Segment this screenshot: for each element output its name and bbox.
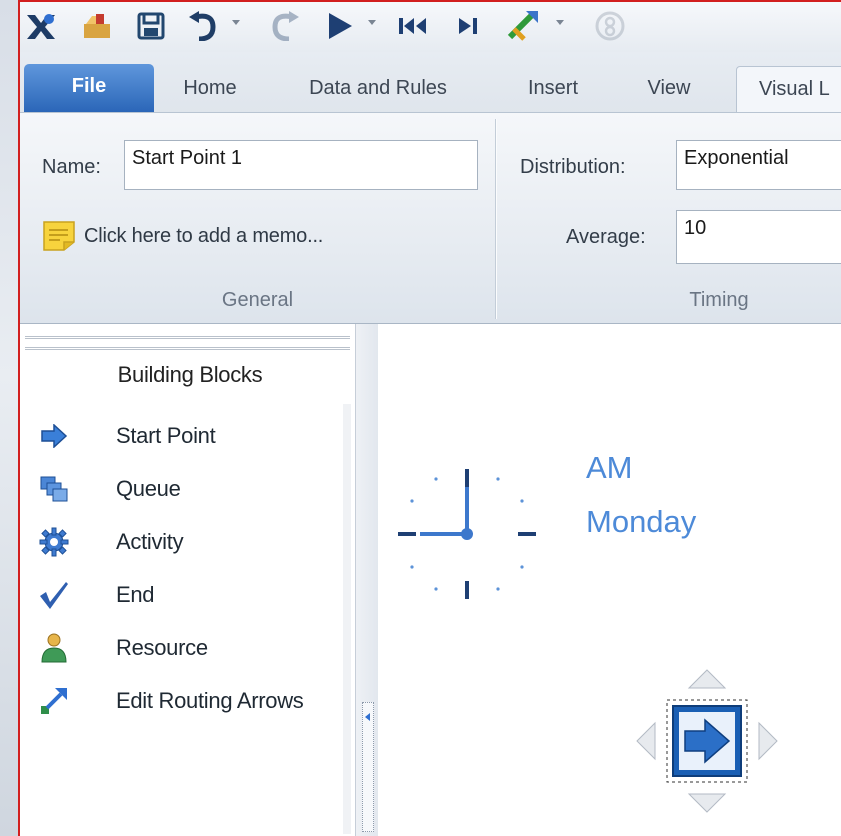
quick-access-toolbar bbox=[20, 2, 841, 52]
tab-file[interactable]: File bbox=[24, 64, 154, 112]
block-start-point[interactable]: Start Point bbox=[34, 416, 344, 456]
splitter-handle[interactable] bbox=[362, 702, 374, 832]
tab-view[interactable]: View bbox=[630, 66, 708, 112]
queue-icon bbox=[34, 469, 74, 509]
start-point-node[interactable] bbox=[633, 666, 781, 816]
undo-dropdown-icon[interactable] bbox=[232, 20, 240, 25]
open-icon[interactable] bbox=[80, 10, 114, 42]
block-queue[interactable]: Queue bbox=[34, 469, 344, 509]
tab-visual-logic[interactable]: Visual L bbox=[736, 66, 841, 112]
step-icon[interactable] bbox=[454, 10, 484, 42]
model-canvas[interactable]: AM Monday bbox=[378, 324, 841, 836]
block-label: Activity bbox=[116, 529, 184, 554]
clock-icon bbox=[398, 459, 538, 614]
panel-splitter[interactable] bbox=[356, 324, 378, 836]
block-label: Edit Routing Arrows bbox=[116, 688, 304, 713]
block-label: End bbox=[116, 582, 155, 607]
average-field[interactable]: 10 bbox=[676, 210, 841, 264]
start-point-icon bbox=[34, 416, 74, 456]
block-label: Start Point bbox=[116, 423, 216, 448]
clock-period: AM bbox=[586, 450, 633, 485]
panel-grip[interactable] bbox=[25, 336, 350, 350]
redo-icon[interactable] bbox=[264, 10, 304, 42]
help-icon[interactable] bbox=[592, 10, 628, 42]
block-activity[interactable]: Activity bbox=[34, 522, 344, 562]
collapse-arrow-icon[interactable] bbox=[365, 713, 370, 721]
save-icon[interactable] bbox=[134, 10, 168, 42]
run-icon[interactable] bbox=[322, 10, 358, 42]
tab-home[interactable]: Home bbox=[170, 66, 250, 112]
panel-scrollbar[interactable] bbox=[343, 404, 351, 834]
panel-title: Building Blocks bbox=[117, 362, 263, 387]
app-window: File Home Data and Rules Insert View Vis… bbox=[18, 0, 841, 836]
group-label-general: General bbox=[221, 289, 294, 311]
tab-insert[interactable]: Insert bbox=[510, 66, 596, 112]
routing-arrows-icon bbox=[34, 681, 74, 721]
block-label: Queue bbox=[116, 476, 181, 501]
activity-gear-icon bbox=[34, 522, 74, 562]
run-dropdown-icon[interactable] bbox=[368, 20, 376, 25]
block-resource[interactable]: Resource bbox=[34, 628, 344, 668]
app-icon[interactable] bbox=[24, 10, 58, 42]
block-end[interactable]: End bbox=[34, 575, 344, 615]
animation-dropdown-icon[interactable] bbox=[556, 20, 564, 25]
distribution-select[interactable]: Exponential bbox=[676, 140, 841, 190]
memo-text: Click here to add a memo... bbox=[84, 224, 324, 247]
animation-icon[interactable] bbox=[504, 10, 544, 42]
name-field[interactable]: Start Point 1 bbox=[124, 140, 478, 190]
distribution-label: Distribution: bbox=[520, 156, 626, 178]
resource-person-icon bbox=[34, 628, 74, 668]
clock-day: Monday bbox=[586, 504, 697, 539]
memo-link[interactable]: Click here to add a memo... bbox=[42, 219, 323, 253]
window-left-edge bbox=[0, 0, 18, 836]
sticky-note-icon bbox=[42, 220, 76, 252]
tab-data-and-rules[interactable]: Data and Rules bbox=[288, 66, 468, 112]
undo-icon[interactable] bbox=[184, 10, 224, 42]
block-label: Resource bbox=[116, 635, 208, 660]
ribbon-tabs: File Home Data and Rules Insert View Vis… bbox=[20, 52, 841, 114]
block-edit-routing-arrows[interactable]: Edit Routing Arrows bbox=[34, 681, 344, 721]
end-check-icon bbox=[34, 575, 74, 615]
name-label: Name: bbox=[42, 156, 101, 178]
group-label-timing: Timing bbox=[689, 289, 749, 311]
ribbon-panel: Name: Start Point 1 Click here to add a … bbox=[20, 112, 841, 324]
average-label: Average: bbox=[566, 226, 646, 248]
reset-icon[interactable] bbox=[396, 10, 430, 42]
building-blocks-panel: Building Blocks Start Point Queue Activi… bbox=[20, 324, 356, 836]
